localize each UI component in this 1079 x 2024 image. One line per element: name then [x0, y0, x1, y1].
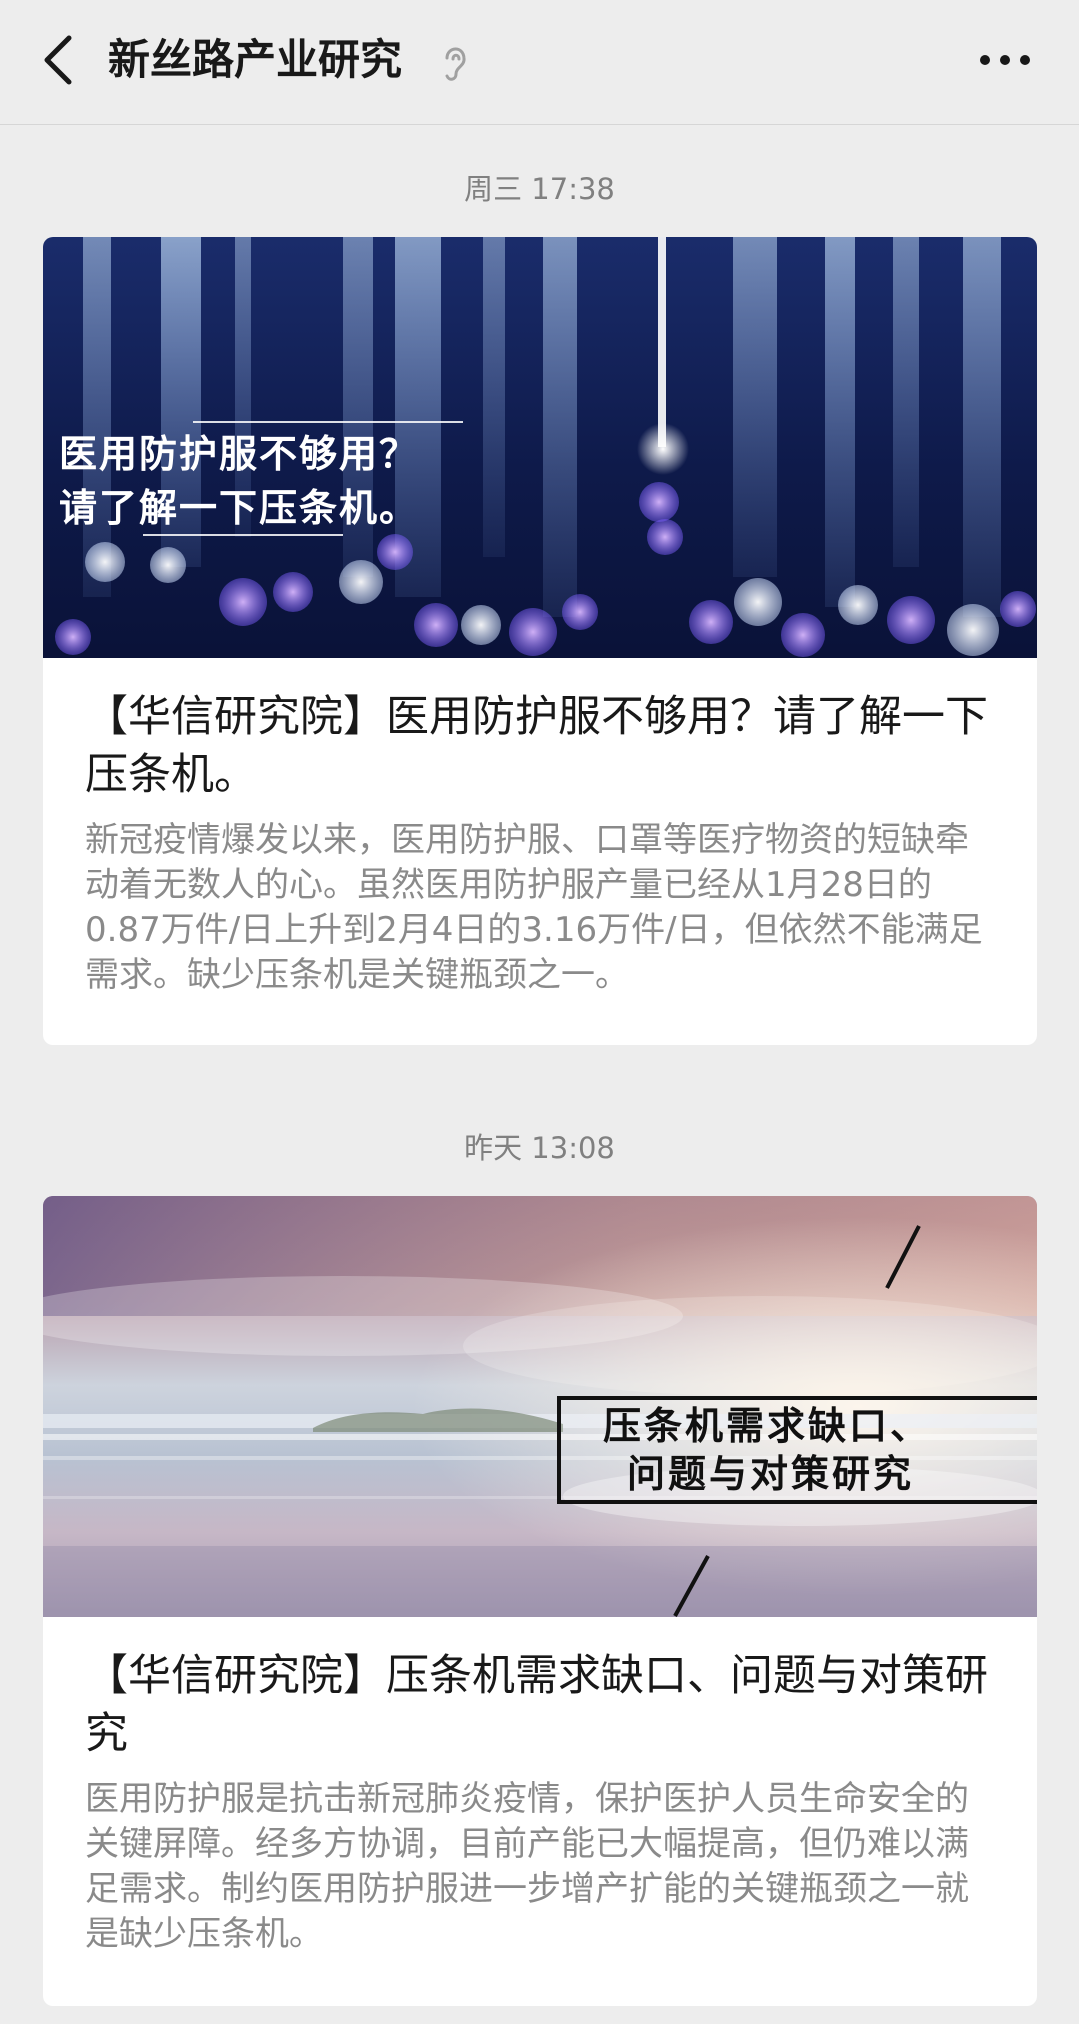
account-name: 新丝路产业研究 [108, 35, 403, 84]
article-title[interactable]: 【华信研究院】医用防护服不够用？请了解一下压条机。 [43, 658, 1037, 804]
article-cover-image: 压条机需求缺口、 问题与对策研究 [43, 1196, 1037, 1617]
ear-icon[interactable] [438, 38, 472, 84]
article-summary: 新冠疫情爆发以来，医用防护服、口罩等医疗物资的短缺牵动着无数人的心。虽然医用防护… [85, 820, 983, 995]
article-card[interactable]: 压条机需求缺口、 问题与对策研究 【华信研究院】压条机需求缺口、问题与对策研究 … [43, 1196, 1037, 2006]
cover-caption-line: 压条机需求缺口、 [603, 1404, 932, 1448]
article-title[interactable]: 【华信研究院】压条机需求缺口、问题与对策研究 [43, 1617, 1037, 1763]
article-cover-image: 医用防护服不够用？ 请了解一下压条机。 [43, 237, 1037, 658]
more-button[interactable] [970, 32, 1040, 88]
back-button[interactable] [30, 28, 86, 92]
top-bar: 新丝路产业研究 [0, 0, 1079, 125]
cover-caption: 医用防护服不够用？ 请了解一下压条机。 [59, 427, 419, 535]
article-card[interactable]: 医用防护服不够用？ 请了解一下压条机。 【华信研究院】医用防护服不够用？请了解一… [43, 237, 1037, 1045]
cover-caption-line: 请了解一下压条机。 [59, 486, 420, 530]
cover-caption-line: 医用防护服不够用？ [59, 432, 420, 476]
cover-decor-line [193, 421, 463, 423]
cover-caption: 压条机需求缺口、 问题与对策研究 [603, 1402, 931, 1498]
more-dots-icon [980, 55, 1030, 65]
chevron-left-icon [44, 35, 72, 85]
article-summary: 医用防护服是抗击新冠肺炎疫情，保护医护人员生命安全的关键屏障。经多方协调，目前产… [85, 1779, 969, 1954]
message-timestamp: 周三 17:38 [464, 172, 615, 206]
message-timestamp: 昨天 13:08 [464, 1131, 615, 1165]
cover-caption-line: 问题与对策研究 [627, 1452, 915, 1496]
